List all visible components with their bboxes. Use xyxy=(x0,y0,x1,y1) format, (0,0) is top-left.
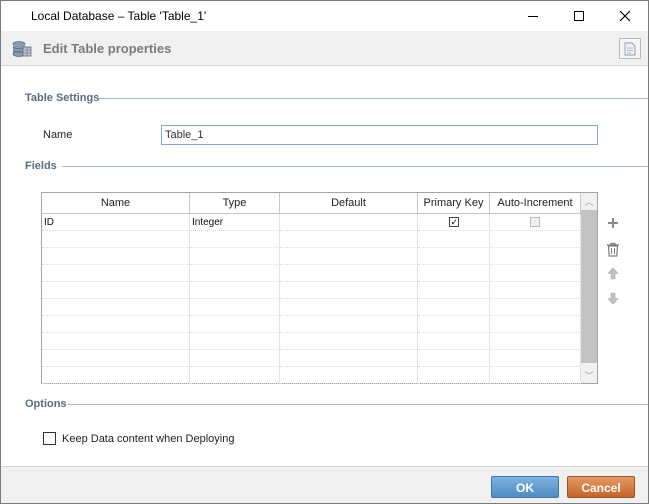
empty-grid-cell[interactable] xyxy=(490,265,581,282)
empty-grid-cell[interactable] xyxy=(490,282,581,299)
ok-button[interactable]: OK xyxy=(491,476,559,498)
minimize-icon xyxy=(528,15,538,17)
close-button[interactable] xyxy=(602,1,648,31)
scrollbar-thumb[interactable] xyxy=(581,210,597,363)
empty-grid-cell[interactable] xyxy=(490,367,581,384)
section-options: Options xyxy=(25,398,67,410)
empty-grid-cell[interactable] xyxy=(280,367,418,384)
empty-grid-cell[interactable] xyxy=(418,350,490,367)
column-header-primary-key[interactable]: Primary Key xyxy=(418,193,490,214)
empty-grid-cell[interactable] xyxy=(42,350,190,367)
arrow-down-icon xyxy=(607,292,619,304)
column-header-type[interactable]: Type xyxy=(190,193,280,214)
empty-grid-cell[interactable] xyxy=(418,316,490,333)
empty-grid-cell[interactable] xyxy=(42,333,190,350)
keep-data-option[interactable]: Keep Data content when Deploying xyxy=(43,432,234,445)
name-label: Name xyxy=(43,129,73,141)
table-row-name-cell[interactable]: ID xyxy=(42,214,190,231)
empty-grid-cell[interactable] xyxy=(418,299,490,316)
dialog-header: Edit Table properties xyxy=(1,31,648,66)
checkmark-icon: ✓ xyxy=(450,217,459,227)
empty-grid-cell[interactable] xyxy=(42,265,190,282)
window-title: Local Database – Table 'Table_1' xyxy=(31,9,207,23)
fields-grid-body: Name Type Default Primary Key Auto-Incre… xyxy=(42,193,581,384)
empty-grid-cell[interactable] xyxy=(418,282,490,299)
maximize-icon xyxy=(574,11,584,21)
grid-vertical-scrollbar[interactable]: ︿ ﹀ xyxy=(581,193,597,383)
empty-grid-cell[interactable] xyxy=(190,350,280,367)
section-table-settings: Table Settings xyxy=(25,92,100,104)
arrow-up-icon xyxy=(607,267,619,279)
empty-grid-cell[interactable] xyxy=(190,265,280,282)
empty-grid-cell[interactable] xyxy=(280,248,418,265)
empty-grid-cell[interactable] xyxy=(418,367,490,384)
empty-grid-cell[interactable] xyxy=(418,248,490,265)
window-titlebar: Local Database – Table 'Table_1' xyxy=(0,0,649,31)
empty-grid-cell[interactable] xyxy=(490,316,581,333)
move-up-button[interactable] xyxy=(604,264,622,282)
column-header-default[interactable]: Default xyxy=(280,193,418,214)
keep-data-checkbox[interactable] xyxy=(43,432,56,445)
empty-grid-cell[interactable] xyxy=(280,231,418,248)
cancel-button[interactable]: Cancel xyxy=(567,476,635,498)
empty-grid-cell[interactable] xyxy=(190,333,280,350)
database-icon xyxy=(11,40,33,61)
help-button[interactable] xyxy=(619,38,641,59)
empty-grid-cell[interactable] xyxy=(418,333,490,350)
empty-grid-cell[interactable] xyxy=(190,231,280,248)
empty-grid-cell[interactable] xyxy=(190,316,280,333)
empty-grid-cell[interactable] xyxy=(490,248,581,265)
empty-grid-cell[interactable] xyxy=(280,265,418,282)
add-field-button[interactable] xyxy=(604,214,622,232)
close-icon xyxy=(619,10,631,22)
section-divider xyxy=(62,166,648,167)
empty-grid-cell[interactable] xyxy=(490,231,581,248)
scroll-down-icon[interactable]: ﹀ xyxy=(581,367,597,383)
trash-icon xyxy=(607,242,619,257)
scroll-up-icon[interactable]: ︿ xyxy=(581,193,597,209)
empty-grid-cell[interactable] xyxy=(190,248,280,265)
empty-grid-cell[interactable] xyxy=(490,333,581,350)
table-row-auto-increment-cell[interactable] xyxy=(490,214,581,231)
empty-grid-cell[interactable] xyxy=(42,299,190,316)
table-name-input[interactable] xyxy=(161,125,598,145)
maximize-button[interactable] xyxy=(556,1,602,31)
dialog-footer: OK Cancel xyxy=(1,466,648,503)
page-title: Edit Table properties xyxy=(43,41,172,56)
empty-grid-cell[interactable] xyxy=(280,282,418,299)
primary-key-checkbox[interactable]: ✓ xyxy=(448,217,459,227)
empty-grid-cell[interactable] xyxy=(190,367,280,384)
empty-grid-cell[interactable] xyxy=(490,350,581,367)
fields-grid[interactable]: Name Type Default Primary Key Auto-Incre… xyxy=(41,192,598,384)
empty-grid-cell[interactable] xyxy=(190,299,280,316)
empty-grid-cell[interactable] xyxy=(280,316,418,333)
empty-grid-cell[interactable] xyxy=(280,333,418,350)
empty-grid-cell[interactable] xyxy=(42,282,190,299)
empty-grid-cell[interactable] xyxy=(280,350,418,367)
empty-grid-cell[interactable] xyxy=(42,231,190,248)
empty-grid-cell[interactable] xyxy=(42,248,190,265)
column-header-name[interactable]: Name xyxy=(42,193,190,214)
section-divider xyxy=(99,98,648,99)
empty-grid-cell[interactable] xyxy=(42,367,190,384)
empty-grid-cell[interactable] xyxy=(280,299,418,316)
minimize-button[interactable] xyxy=(510,1,556,31)
auto-increment-checkbox xyxy=(530,217,540,227)
move-down-button[interactable] xyxy=(604,289,622,307)
section-fields: Fields xyxy=(25,160,57,172)
empty-grid-cell[interactable] xyxy=(190,282,280,299)
empty-grid-cell[interactable] xyxy=(490,299,581,316)
section-divider xyxy=(68,404,648,405)
empty-grid-cell[interactable] xyxy=(42,316,190,333)
plus-icon xyxy=(608,218,618,228)
table-row-type-cell[interactable]: Integer xyxy=(190,214,280,231)
keep-data-label: Keep Data content when Deploying xyxy=(62,432,235,445)
empty-grid-cell[interactable] xyxy=(418,265,490,282)
delete-field-button[interactable] xyxy=(604,240,622,258)
empty-grid-cell[interactable] xyxy=(418,231,490,248)
table-row-default-cell[interactable] xyxy=(280,214,418,231)
table-row-primary-key-cell[interactable]: ✓ xyxy=(418,214,490,231)
column-header-auto-increment[interactable]: Auto-Increment xyxy=(490,193,581,214)
document-icon xyxy=(624,42,636,55)
